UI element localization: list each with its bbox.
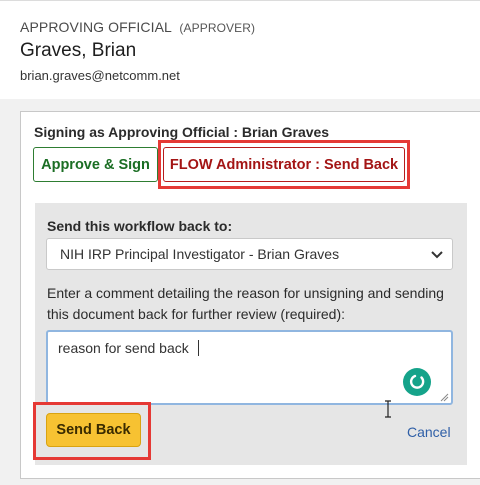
send-back-tab-button[interactable]: FLOW Administrator : Send Back <box>163 147 405 182</box>
send-to-label: Send this workflow back to: <box>47 218 233 234</box>
chevron-down-icon <box>431 251 443 259</box>
approver-name: Graves, Brian <box>20 40 137 61</box>
recipient-select[interactable]: NIH IRP Principal Investigator - Brian G… <box>46 238 453 270</box>
text-caret <box>198 340 199 356</box>
role-label: APPROVING OFFICIAL <box>20 19 172 35</box>
role-sub-label: (APPROVER) <box>179 21 256 35</box>
resize-grip-icon[interactable] <box>439 392 449 402</box>
signing-card: Signing as Approving Official : Brian Gr… <box>20 111 480 479</box>
approve-sign-button[interactable]: Approve & Sign <box>33 147 158 182</box>
approver-header: APPROVING OFFICIAL (APPROVER) Graves, Br… <box>0 0 480 99</box>
send-back-panel: Send this workflow back to: NIH IRP Prin… <box>33 203 467 465</box>
recipient-select-value: NIH IRP Principal Investigator - Brian G… <box>60 246 340 262</box>
signing-as-label: Signing as Approving Official : Brian Gr… <box>34 124 330 140</box>
approver-email: brian.graves@netcomm.net <box>20 68 180 83</box>
grammarly-icon[interactable] <box>403 368 431 396</box>
approver-role: APPROVING OFFICIAL (APPROVER) <box>20 19 255 35</box>
text-cursor-icon <box>385 400 391 418</box>
comment-label: Enter a comment detailing the reason for… <box>47 285 444 322</box>
comment-text: reason for send back <box>58 340 189 356</box>
cancel-link[interactable]: Cancel <box>407 424 451 440</box>
send-back-button[interactable]: Send Back <box>46 413 141 447</box>
